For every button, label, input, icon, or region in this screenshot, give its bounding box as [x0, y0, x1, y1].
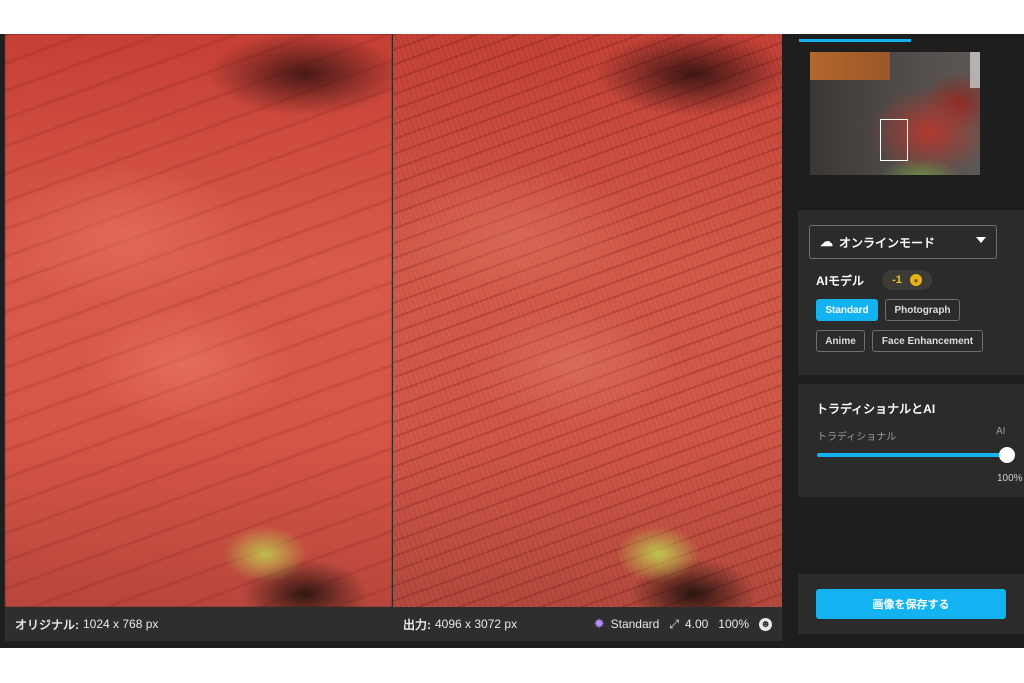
caret-down-icon: [976, 237, 986, 243]
output-status-bar: 出力: 4096 x 3072 px ✹ Standard ⤢ 4.00 100…: [393, 607, 782, 641]
model-indicator: ✹ Standard: [594, 616, 660, 632]
mode-dropdown[interactable]: ☁ オンラインモード: [809, 225, 997, 259]
expand-icon: ⤢: [669, 616, 679, 631]
blend-slider-fill: [817, 453, 1007, 457]
ai-model-label: AIモデル: [816, 274, 865, 288]
scale-value: 4.00: [684, 617, 709, 631]
zoom-level[interactable]: 100%: [718, 617, 749, 631]
smile-icon[interactable]: ☻: [759, 617, 772, 631]
blend-title: トラディショナルとAI: [816, 402, 936, 416]
thumbnail-background-light: [810, 52, 890, 80]
navigator-thumbnail[interactable]: [810, 52, 980, 175]
blend-slider-handle[interactable]: [999, 447, 1015, 463]
save-image-button[interactable]: 画像を保存する: [816, 589, 1006, 619]
original-size: 1024 x 768 px: [83, 617, 159, 631]
model-indicator-label: Standard: [610, 617, 660, 631]
original-label: オリジナル:: [15, 617, 79, 632]
thumbnail-background-window: [970, 52, 980, 88]
coin-icon: ●: [909, 274, 922, 286]
sparkle-icon: ✹: [593, 616, 605, 631]
mode-dropdown-label: オンラインモード: [839, 235, 936, 250]
model-anime-button[interactable]: Anime: [816, 330, 865, 352]
model-face-enhancement-button[interactable]: Face Enhancement: [872, 330, 983, 352]
original-status-bar: オリジナル: 1024 x 768 px: [5, 607, 392, 641]
output-image-pane[interactable]: [393, 34, 782, 607]
viewport-indicator[interactable]: [880, 119, 908, 161]
original-image-pane[interactable]: [5, 34, 392, 607]
credit-badge: -1 ●: [882, 270, 932, 290]
output-size: 4096 x 3072 px: [435, 617, 518, 631]
blend-slider[interactable]: [817, 447, 1015, 463]
cloud-icon: ☁: [820, 234, 833, 249]
settings-sidebar: ☁ オンラインモード AIモデル -1 ● Standard Photograp…: [790, 34, 1024, 648]
blend-percent: 100%: [997, 473, 1023, 484]
credit-value: -1: [892, 274, 902, 286]
app-window: オリジナル: 1024 x 768 px 出力: 4096 x 3072 px …: [0, 34, 1024, 648]
scale-indicator: ⤢ 4.00: [669, 617, 708, 632]
slider-left-label: トラディショナル: [817, 432, 897, 443]
output-label: 出力:: [403, 617, 431, 632]
model-standard-button[interactable]: Standard: [816, 299, 878, 321]
model-photograph-button[interactable]: Photograph: [885, 299, 960, 321]
slider-right-label: AI: [996, 426, 1006, 437]
active-tab-indicator: [799, 39, 911, 42]
